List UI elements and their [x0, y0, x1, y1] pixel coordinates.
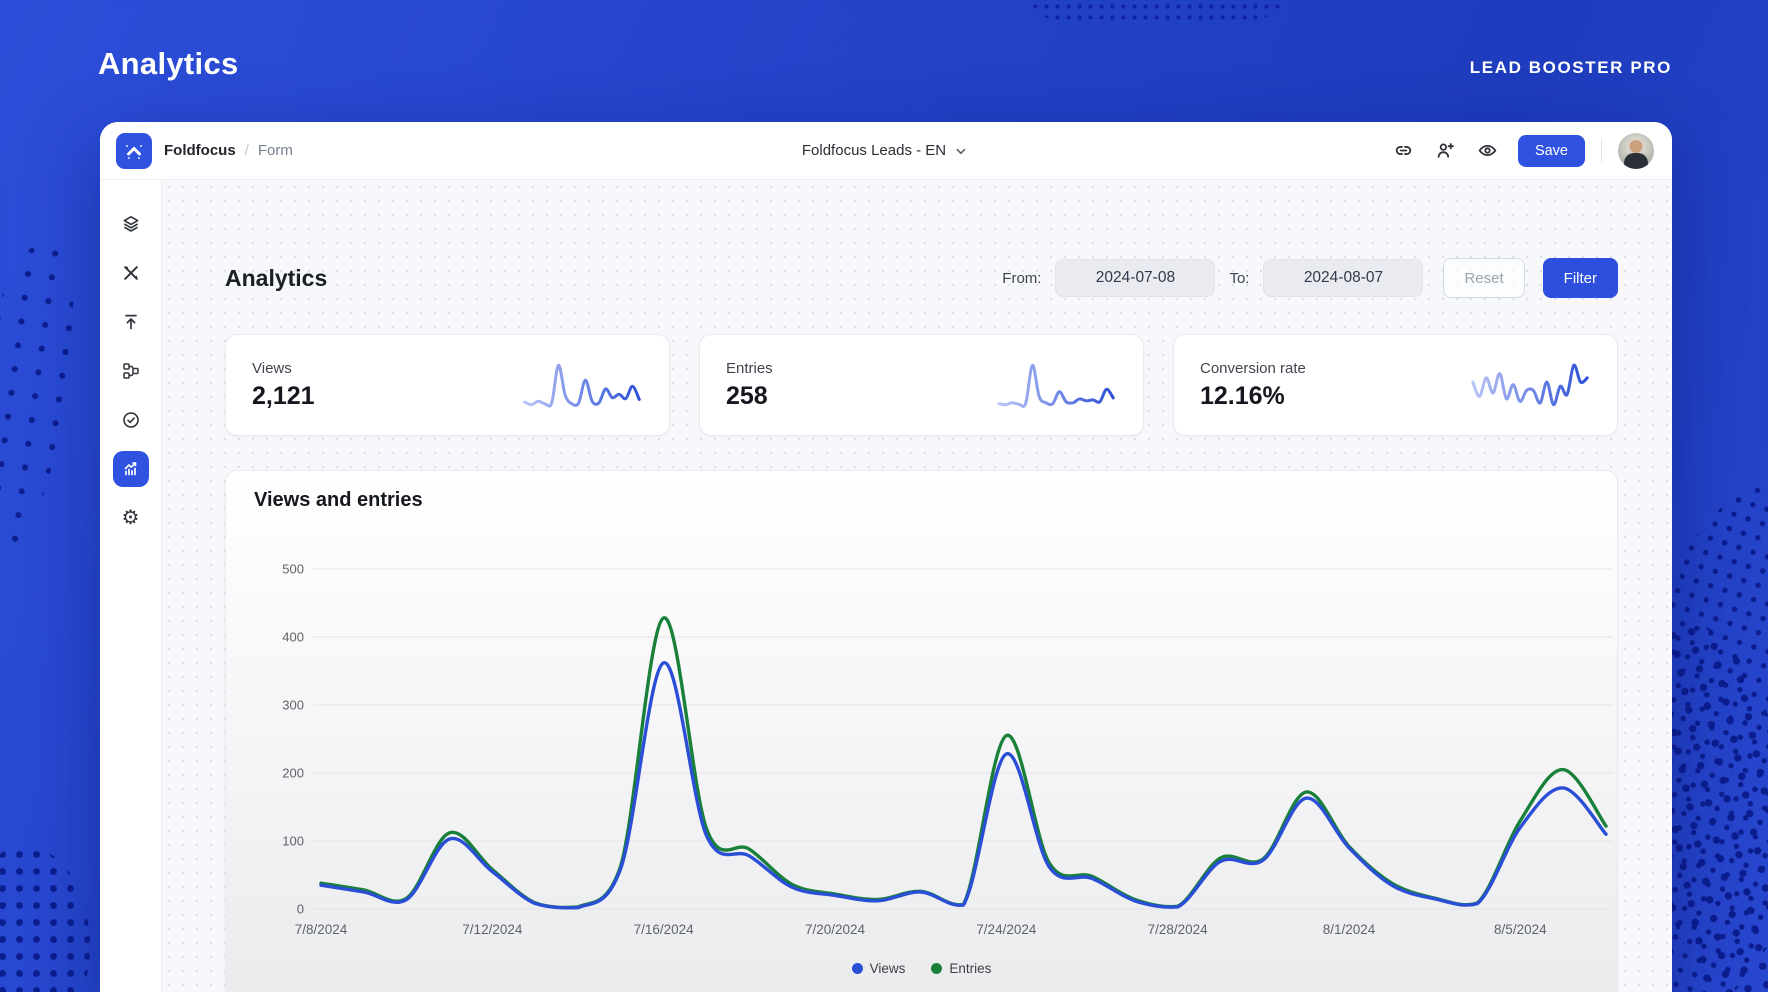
analytics-page: { "banner": { "title": "Analytics", "bra… [0, 0, 1768, 992]
analytics-content: Analytics From: To: Reset Filter Views 2… [162, 180, 1672, 992]
svg-text:500: 500 [282, 562, 304, 577]
page-title: Analytics [225, 265, 327, 292]
svg-text:7/28/2024: 7/28/2024 [1148, 922, 1209, 937]
conversion-stat-value: 12.16% [1200, 382, 1306, 411]
date-filters: From: To: Reset Filter [1002, 258, 1618, 298]
sidebar-item-design[interactable] [113, 255, 149, 291]
views-stat-value: 2,121 [252, 382, 315, 411]
entries-stat-text: Entries 258 [726, 360, 773, 411]
app-body: ⚙ Analytics From: To: Reset Filter [100, 180, 1672, 992]
layers-icon [121, 214, 141, 234]
entries-legend-label: Entries [949, 961, 991, 976]
breadcrumb-separator: / [245, 142, 249, 159]
breadcrumb-app[interactable]: Foldfocus [164, 142, 236, 159]
form-selector-label: Foldfocus Leads - EN [802, 142, 946, 159]
link-icon [1393, 140, 1414, 161]
save-button[interactable]: Save [1518, 135, 1585, 167]
copy-link-button[interactable] [1388, 135, 1420, 167]
stats-row: Views 2,121 Entries 258 Conversion rate [225, 334, 1618, 436]
halftone-dots-bottom-left [0, 846, 90, 992]
legend-item-entries[interactable]: Entries [931, 961, 991, 976]
svg-text:7/12/2024: 7/12/2024 [462, 922, 523, 937]
legend-item-views[interactable]: Views [852, 961, 906, 976]
svg-text:0: 0 [297, 902, 304, 917]
from-label: From: [1002, 270, 1041, 287]
views-stat-card: Views 2,121 [225, 334, 670, 436]
publish-icon [121, 312, 141, 332]
svg-text:200: 200 [282, 766, 304, 781]
breadcrumb: Foldfocus / Form [164, 142, 293, 159]
add-person-icon [1435, 140, 1456, 161]
form-selector[interactable]: Foldfocus Leads - EN [802, 142, 970, 160]
svg-text:7/16/2024: 7/16/2024 [634, 922, 695, 937]
heading-row: Analytics From: To: Reset Filter [225, 246, 1618, 310]
breadcrumb-page[interactable]: Form [258, 142, 293, 159]
svg-text:8/1/2024: 8/1/2024 [1323, 922, 1376, 937]
to-label: To: [1229, 270, 1249, 287]
svg-text:7/8/2024: 7/8/2024 [295, 922, 348, 937]
chevron-up-dots-icon [123, 140, 145, 162]
foldfocus-logo[interactable] [116, 133, 152, 169]
conversion-stat-card: Conversion rate 12.16% [1173, 334, 1618, 436]
views-legend-label: Views [870, 961, 906, 976]
conversion-stat-label: Conversion rate [1200, 360, 1306, 377]
halftone-dots-top [1030, 0, 1280, 24]
svg-text:7/24/2024: 7/24/2024 [976, 922, 1037, 937]
svg-text:100: 100 [282, 834, 304, 849]
entries-stat-card: Entries 258 [699, 334, 1144, 436]
app-window: Foldfocus / Form Foldfocus Leads - EN [100, 122, 1672, 992]
app-header: Foldfocus / Form Foldfocus Leads - EN [100, 122, 1672, 180]
check-circle-icon [121, 410, 141, 430]
from-date-input[interactable] [1055, 259, 1215, 297]
halftone-dots-left [0, 233, 87, 572]
design-tools-icon [121, 263, 141, 283]
views-sparkline [521, 355, 643, 415]
chevron-down-icon [952, 142, 970, 160]
sidebar-item-validation[interactable] [113, 402, 149, 438]
entries-stat-value: 258 [726, 382, 773, 411]
brand-name: LEAD BOOSTER PRO [1470, 58, 1672, 78]
header-actions: Save [1388, 133, 1654, 169]
entries-legend-dot [931, 963, 942, 974]
header-divider [1601, 139, 1602, 163]
svg-text:400: 400 [282, 630, 304, 645]
entries-sparkline [995, 355, 1117, 415]
preview-button[interactable] [1472, 135, 1504, 167]
views-legend-dot [852, 963, 863, 974]
chart-legend: Views Entries [226, 961, 1617, 976]
sidebar-item-workflow[interactable] [113, 353, 149, 389]
sidebar-item-analytics[interactable] [113, 451, 149, 487]
invite-user-button[interactable] [1430, 135, 1462, 167]
svg-text:300: 300 [282, 698, 304, 713]
gear-icon: ⚙ [122, 508, 140, 528]
sidebar-item-settings[interactable]: ⚙ [113, 500, 149, 536]
svg-text:7/20/2024: 7/20/2024 [805, 922, 866, 937]
analytics-icon [121, 459, 141, 479]
views-stat-text: Views 2,121 [252, 360, 315, 411]
reset-button[interactable]: Reset [1443, 258, 1524, 298]
views-entries-chart-card: Views and entries 01002003004005007/8/20… [225, 470, 1618, 992]
sidebar-item-layers[interactable] [113, 206, 149, 242]
filter-button[interactable]: Filter [1543, 258, 1618, 298]
svg-text:8/5/2024: 8/5/2024 [1494, 922, 1547, 937]
conversion-sparkline [1469, 355, 1591, 415]
banner-title: Analytics [98, 46, 239, 82]
entries-stat-label: Entries [726, 360, 773, 377]
views-stat-label: Views [252, 360, 315, 377]
conversion-stat-text: Conversion rate 12.16% [1200, 360, 1306, 411]
sidebar-item-publish[interactable] [113, 304, 149, 340]
eye-icon [1477, 140, 1498, 161]
workflow-icon [121, 361, 141, 381]
to-date-input[interactable] [1263, 259, 1423, 297]
views-entries-chart: 0 100 200 300 400 500 7/8/2024 7/12/2024 7/16/20… [226, 471, 1617, 992]
user-avatar[interactable] [1618, 133, 1654, 169]
sidebar: ⚙ [100, 180, 162, 992]
